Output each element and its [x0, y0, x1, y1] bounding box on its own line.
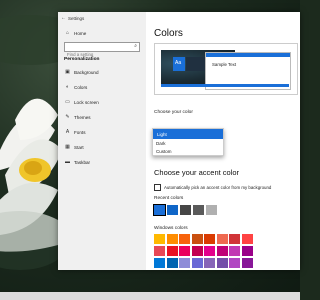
windows-color-swatch[interactable] [166, 234, 178, 244]
sidebar-item-label: Taskbar [74, 159, 91, 165]
page-title: Colors [154, 28, 183, 39]
auto-pick-label: Automatically pick an accent color from … [164, 185, 272, 190]
section-title: Personalization [64, 57, 100, 62]
windows-color-swatch[interactable] [166, 258, 178, 268]
start-icon: ▦ [65, 144, 70, 150]
windows-color-swatch[interactable] [154, 246, 165, 256]
color-option-light[interactable]: Light [153, 129, 223, 139]
home-icon: ⌂ [65, 30, 70, 36]
sidebar-item-label: Fonts [74, 129, 86, 135]
palette-icon: ◐ [65, 84, 70, 90]
sidebar-item-label: Themes [74, 114, 91, 120]
recent-color-swatch[interactable] [206, 205, 217, 215]
recent-color-swatch[interactable] [193, 205, 204, 215]
windows-color-swatch[interactable] [241, 246, 253, 256]
sidebar-item-fonts[interactable]: A Fonts [64, 128, 86, 136]
recent-colors-label: Recent colors [154, 196, 184, 201]
recent-color-swatch[interactable] [180, 205, 191, 215]
sidebar-item-home[interactable]: ⌂ Home [64, 29, 86, 37]
search-box[interactable]: ⌕ [64, 42, 140, 58]
windows-color-swatch[interactable] [166, 246, 178, 256]
windows-color-swatch[interactable] [216, 234, 228, 244]
windows-color-swatch[interactable] [241, 234, 253, 244]
sidebar-home-label: Home [74, 30, 87, 36]
recent-color-swatch[interactable] [167, 205, 178, 215]
recent-color-swatch[interactable] [153, 204, 166, 216]
windows-color-swatch[interactable] [241, 258, 253, 268]
taskbar-icon: ▬ [65, 159, 70, 165]
sidebar-item-label: Colors [74, 84, 88, 90]
main-content: Colors Aa Sample Text Choose your color … [146, 12, 300, 270]
monitor-icon: ▭ [65, 99, 70, 105]
windows-color-swatch[interactable] [229, 234, 240, 244]
windows-color-swatch[interactable] [204, 234, 215, 244]
sidebar-item-label: Lock screen [74, 99, 99, 105]
windows-color-swatch[interactable] [179, 258, 190, 268]
preview-window-titlebar [206, 53, 290, 57]
windows-color-swatch[interactable] [154, 234, 165, 244]
auto-pick-checkbox[interactable] [154, 184, 161, 191]
color-option-custom[interactable]: Custom [153, 147, 223, 155]
sidebar-item-start[interactable]: ▦ Start [64, 143, 84, 151]
windows-color-swatch[interactable] [154, 258, 165, 268]
color-option-dark[interactable]: Dark [153, 139, 223, 147]
settings-window: ← Settings ⌂ Home ⌕ Personalization ▣ Ba… [58, 12, 300, 270]
windows-color-swatch[interactable] [216, 246, 228, 256]
sidebar-item-themes[interactable]: ✎ Themes [64, 113, 91, 121]
windows-color-swatch[interactable] [229, 258, 240, 268]
brush-icon: ✎ [65, 114, 70, 120]
preview-aa-text: Aa [175, 60, 182, 66]
windows-colors-label: Windows colors [154, 226, 188, 231]
taskbar [0, 292, 300, 300]
theme-preview: Aa Sample Text [154, 43, 298, 95]
windows-color-swatch[interactable] [191, 246, 203, 256]
sidebar-item-background[interactable]: ▣ Background [64, 68, 99, 76]
preview-taskbar [161, 84, 289, 87]
sidebar-item-label: Background [74, 69, 99, 75]
font-icon: A [65, 129, 70, 135]
back-arrow-icon[interactable]: ← [61, 15, 66, 21]
windows-color-swatch[interactable] [191, 258, 203, 268]
sidebar: ← Settings ⌂ Home ⌕ Personalization ▣ Ba… [58, 12, 146, 270]
color-mode-dropdown[interactable]: Light Dark Custom [152, 128, 224, 156]
sidebar-item-colors[interactable]: ◐ Colors [64, 83, 87, 91]
preview-sample-text: Sample Text [212, 62, 237, 67]
windows-color-swatch[interactable] [204, 246, 215, 256]
windows-color-swatch[interactable] [179, 234, 190, 244]
sidebar-item-lock-screen[interactable]: ▭ Lock screen [64, 98, 99, 106]
windows-color-swatch[interactable] [229, 246, 240, 256]
accent-title: Choose your accent color [154, 168, 240, 177]
windows-color-swatch[interactable] [179, 246, 190, 256]
choose-color-label: Choose your color [154, 110, 193, 115]
search-icon[interactable]: ⌕ [134, 43, 137, 49]
sidebar-item-taskbar[interactable]: ▬ Taskbar [64, 158, 90, 166]
sidebar-item-label: Start [74, 144, 84, 150]
picture-icon: ▣ [65, 69, 70, 75]
window-title: Settings [68, 16, 85, 21]
windows-color-swatch[interactable] [216, 258, 228, 268]
windows-color-swatch[interactable] [204, 258, 215, 268]
auto-pick-accent-row[interactable]: Automatically pick an accent color from … [154, 184, 271, 191]
windows-color-swatch[interactable] [191, 234, 203, 244]
